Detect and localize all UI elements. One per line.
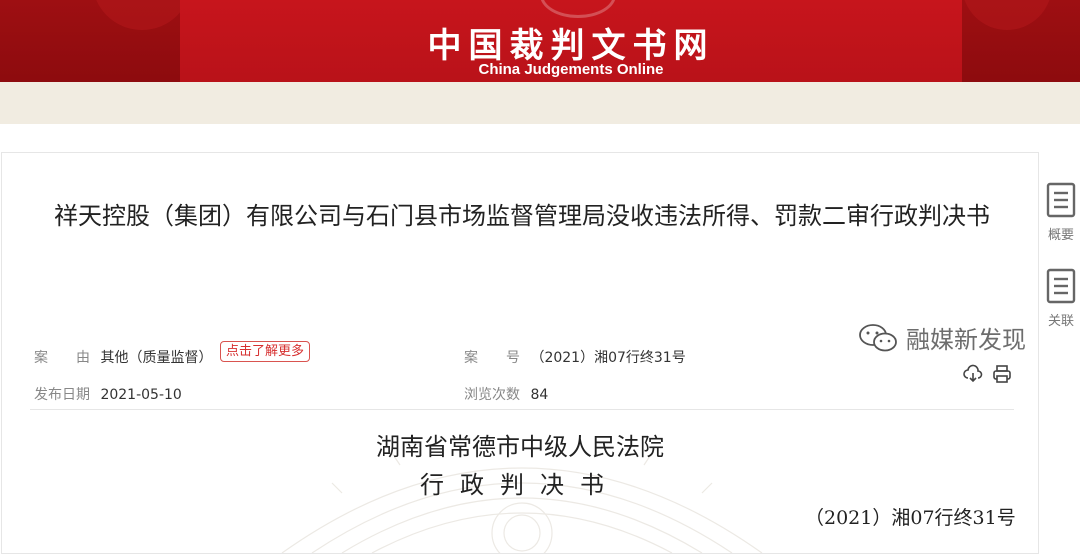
- site-header: 中国裁判文书网 China Judgements Online: [0, 0, 1080, 82]
- divider: [30, 409, 1014, 410]
- nav-band: [0, 82, 1080, 124]
- case-number-label: 案 号: [464, 350, 520, 366]
- emblem-icon: [540, 0, 616, 18]
- header-decoration-left: [92, 0, 192, 30]
- publish-date-value: 2021-05-10: [100, 387, 182, 403]
- side-tool-related-label: 关联: [1047, 314, 1074, 329]
- case-number-value: （2021）湘07行终31号: [530, 350, 686, 366]
- document-actions: [962, 363, 1015, 389]
- view-count-label: 浏览次数: [464, 387, 520, 403]
- court-name: 湖南省常德市中级人民法院: [376, 433, 664, 461]
- document-title: 祥天控股（集团）有限公司与石门县市场监督管理局没收违法所得、罚款二审行政判决书: [54, 202, 990, 230]
- document-type: 行政判决书: [420, 471, 620, 499]
- view-count-value: 84: [530, 387, 549, 403]
- case-number: 案 号 （2021）湘07行终31号: [464, 347, 686, 367]
- site-title-en: China Judgements Online: [478, 61, 664, 78]
- site-logo[interactable]: 中国裁判文书网 China Judgements Online: [180, 0, 962, 82]
- header-decoration-right: [962, 0, 1052, 30]
- case-number-line: （2021）湘07行终31号: [805, 507, 1016, 529]
- case-cause-label: 案 由: [34, 350, 90, 366]
- cloud-download-icon[interactable]: [962, 363, 984, 385]
- wechat-watermark: 融媒新发现: [858, 320, 1026, 355]
- site-title-cn: 中国裁判文书网: [427, 26, 715, 66]
- case-cause-value: 其他（质量监督）: [100, 350, 213, 366]
- side-tool-summary[interactable]: 概要: [1042, 182, 1080, 243]
- printer-icon[interactable]: [991, 363, 1013, 385]
- case-cause: 案 由 其他（质量监督）: [34, 347, 212, 367]
- side-tool-related[interactable]: 关联: [1042, 268, 1080, 329]
- related-icon: [1046, 268, 1076, 304]
- wechat-watermark-text: 融媒新发现: [906, 326, 1026, 354]
- summary-icon: [1046, 182, 1076, 218]
- publish-date-label: 发布日期: [34, 387, 90, 403]
- wechat-icon: [859, 323, 897, 351]
- side-tool-summary-label: 概要: [1047, 228, 1074, 243]
- view-count: 浏览次数 84: [464, 384, 548, 404]
- learn-more-button[interactable]: 点击了解更多: [220, 341, 311, 362]
- publish-date: 发布日期 2021-05-10: [34, 384, 182, 404]
